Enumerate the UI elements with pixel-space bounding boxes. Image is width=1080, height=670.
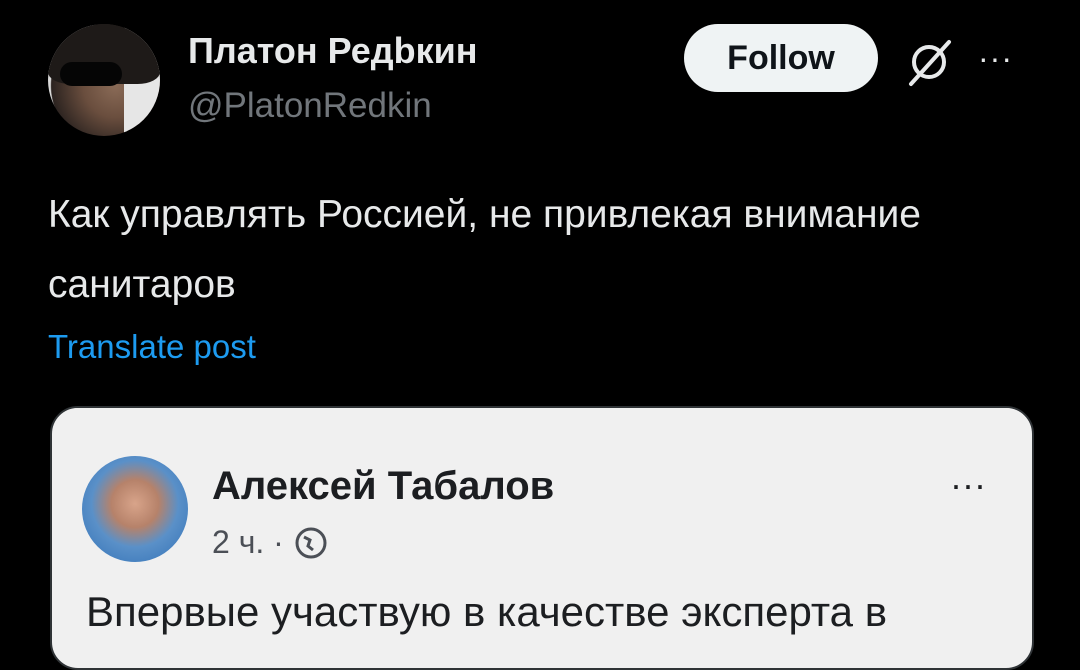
author-name[interactable]: Платон Редbкин (188, 30, 478, 72)
grok-icon[interactable] (903, 36, 955, 88)
embedded-image[interactable]: Алексей Табалов 2 ч. · ··· Впервые участ… (50, 406, 1034, 670)
translate-post-link[interactable]: Translate post (48, 328, 256, 366)
author-handle[interactable]: @PlatonRedkin (188, 86, 432, 126)
more-horizontal-icon[interactable]: ··· (978, 40, 1013, 77)
cropped-top-edge (52, 408, 1032, 422)
follow-button[interactable]: Follow (684, 24, 878, 92)
avatar-sunglasses (60, 62, 122, 86)
embedded-post-text: Впервые участвую в качестве эксперта в (86, 588, 888, 635)
embedded-author-name: Алексей Табалов (212, 464, 555, 508)
embedded-more-icon: ··· (950, 464, 986, 505)
tweet-avatar[interactable] (48, 24, 160, 136)
embedded-post-time: 2 ч. · (212, 524, 284, 560)
embedded-avatar (82, 456, 188, 562)
globe-icon (294, 526, 328, 560)
tweet-text: Как управлять Россией, не привлекая вним… (48, 193, 921, 306)
embedded-post-meta: 2 ч. · (212, 524, 328, 561)
